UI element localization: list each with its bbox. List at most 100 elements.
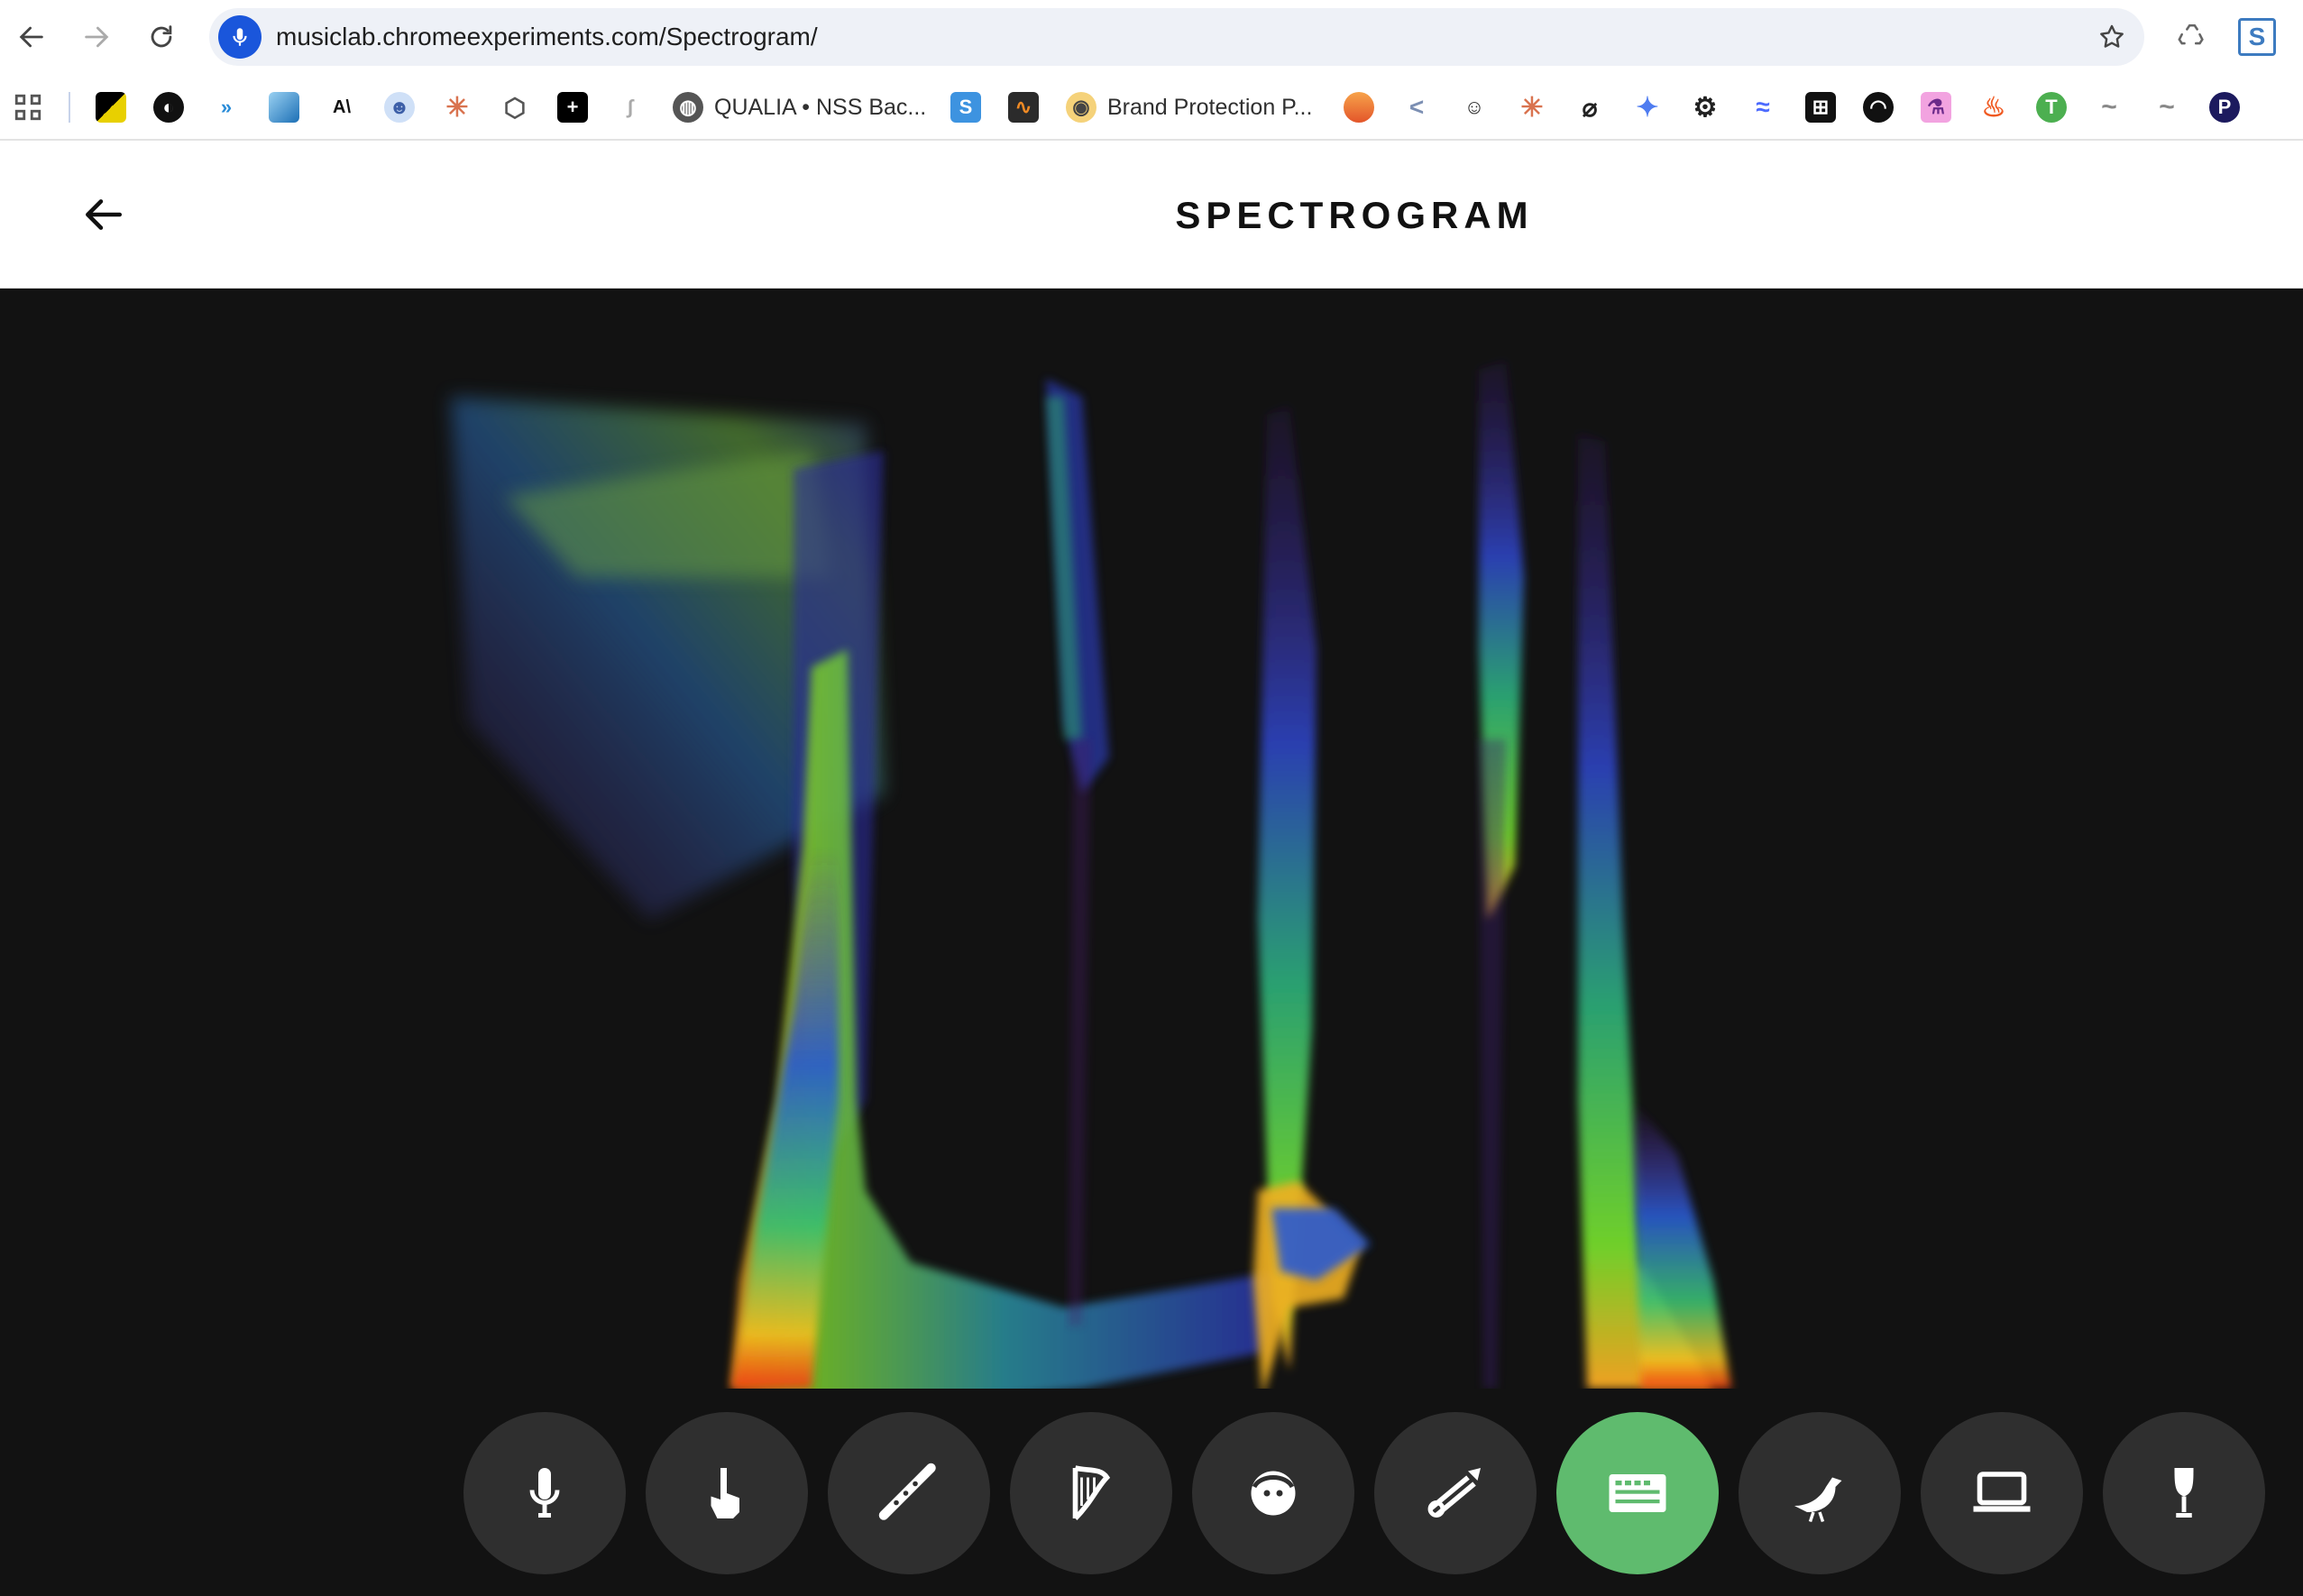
bookmark-item[interactable]: ☺ [1459, 90, 1490, 124]
browser-toolbar: musiclab.chromeexperiments.com/Spectrogr… [0, 0, 2303, 74]
wine-glass-icon [2174, 1468, 2194, 1518]
extension-button[interactable] [2171, 16, 2213, 58]
instrument-harp-button[interactable] [1010, 1412, 1172, 1574]
bird-icon [1794, 1477, 1842, 1523]
plus-box-icon: + [557, 92, 588, 123]
chevron-blue-icon: » [211, 92, 242, 123]
hexagon-icon: ⬡ [500, 92, 530, 123]
bookmark-item[interactable]: ≈ [1748, 90, 1778, 124]
bookmark-item[interactable]: » [211, 90, 242, 124]
app-header: SPECTROGRAM [0, 142, 2303, 289]
bookmark-item[interactable]: ⌀ [1574, 90, 1605, 124]
grid-logo-icon: ⊞ [1805, 92, 1836, 123]
bookmark-item[interactable]: ✦ [1632, 90, 1663, 124]
browser-reload-button[interactable] [139, 14, 184, 60]
bookmark-qualia[interactable]: ◍ QUALIA • NSS Bac... [673, 90, 926, 124]
voice-search-button[interactable] [218, 15, 261, 59]
bookmark-item[interactable]: ⬡ [500, 90, 530, 124]
s-extension-glyph: S [2248, 23, 2266, 50]
bookmark-item[interactable]: ☻ [384, 90, 415, 124]
microphone-icon [233, 28, 247, 46]
claude-burst-icon: ✳ [442, 92, 473, 123]
s-extension-button[interactable]: S [2238, 18, 2276, 56]
address-bar[interactable]: musiclab.chromeexperiments.com/Spectrogr… [209, 8, 2144, 66]
instrument-microphone-button[interactable] [463, 1412, 626, 1574]
bookmark-item[interactable]: ~ [2152, 90, 2182, 124]
face-icon [1251, 1471, 1296, 1516]
bookmark-item[interactable]: ♨ [1978, 90, 2009, 124]
trombone-icon [1427, 1468, 1481, 1518]
forward-icon [85, 26, 109, 48]
laptop-icon [1973, 1472, 2031, 1512]
bookmark-item[interactable] [269, 90, 299, 124]
instrument-touch-button[interactable] [646, 1412, 808, 1574]
wave-box-icon: ∿ [1008, 92, 1039, 123]
reload-icon [151, 25, 172, 48]
url-text[interactable]: musiclab.chromeexperiments.com/Spectrogr… [276, 8, 818, 66]
instrument-voice-button[interactable] [1192, 1412, 1354, 1574]
pointing-hand-icon [711, 1468, 739, 1518]
openai-icon: ⚙ [1690, 92, 1720, 123]
robot-icon: ☻ [384, 92, 415, 123]
bookmark-item[interactable] [1344, 90, 1374, 124]
cube-icon [269, 92, 299, 123]
bookmark-item[interactable]: ∿ [1008, 90, 1039, 124]
share-arrows-icon: < [1401, 92, 1432, 123]
bookmark-brand-protection[interactable]: ◉ Brand Protection P... [1066, 90, 1312, 124]
bookmark-item[interactable] [96, 90, 126, 124]
tilde-icon: ~ [2152, 92, 2182, 123]
bookmarks-separator [69, 92, 70, 123]
instrument-bird-button[interactable] [1739, 1412, 1901, 1574]
bookmark-item[interactable]: < [1401, 90, 1432, 124]
bookmark-label: QUALIA • NSS Bac... [714, 94, 927, 120]
instrument-computer-button[interactable] [1921, 1412, 2083, 1574]
bookmark-item[interactable]: A\ [326, 90, 357, 124]
bookmark-item[interactable]: + [557, 90, 588, 124]
bookmark-label: Brand Protection P... [1107, 94, 1313, 120]
apps-grid-icon [14, 94, 41, 121]
bookmark-item[interactable]: ✳ [442, 90, 473, 124]
gemini-star-icon: ✦ [1632, 92, 1663, 123]
back-icon [19, 26, 43, 48]
bookmarks-bar: ◐ » A\ ☻ ✳ ⬡ + ∫ ◍ QUALIA • NSS Bac... S… [0, 74, 2303, 141]
s-square-icon: S [950, 92, 981, 123]
bookmark-item[interactable]: ◐ [153, 90, 184, 124]
bookmark-item[interactable]: S [950, 90, 981, 124]
page-title: SPECTROGRAM [1175, 194, 1534, 236]
microphone-icon [529, 1468, 560, 1518]
checker-icon [96, 92, 126, 123]
deepseek-whale-icon: ≈ [1748, 92, 1778, 123]
bookmark-item[interactable]: ~ [2094, 90, 2124, 124]
sunset-icon [1344, 92, 1374, 123]
copilot-icon: ☺ [1459, 92, 1490, 123]
bird-logo-icon: ◐ [153, 92, 184, 123]
flask-icon: ⚗ [1921, 92, 1951, 123]
bookmark-item[interactable]: ∫ [615, 90, 646, 124]
bookmark-item[interactable]: T [2036, 90, 2067, 124]
claude-burst-icon: ✳ [1517, 92, 1547, 123]
p-circle-icon: P [2209, 92, 2240, 123]
bookmark-item[interactable]: ◠ [1863, 90, 1894, 124]
bookmark-item[interactable]: P [2209, 90, 2240, 124]
browser-forward-button[interactable] [74, 14, 119, 60]
synth-keyboard-icon [1609, 1474, 1666, 1512]
bookmark-star-button[interactable] [2094, 19, 2130, 55]
instrument-wine-glass-button[interactable] [2103, 1412, 2265, 1574]
browser-back-button[interactable] [9, 14, 54, 60]
bookmark-item[interactable]: ⊞ [1805, 90, 1836, 124]
instrument-synth-button[interactable] [1556, 1412, 1719, 1574]
bookmark-item[interactable]: ⚙ [1690, 90, 1720, 124]
flame-icon: ♨ [1978, 92, 2009, 123]
harp-icon [1072, 1465, 1111, 1520]
bookmark-item[interactable]: ⚗ [1921, 90, 1951, 124]
eye-logo-icon: ◉ [1066, 92, 1096, 123]
bookmark-item[interactable]: ✳ [1517, 90, 1547, 124]
recycle-icon [2178, 23, 2204, 45]
green-circle-icon: T [2036, 92, 2067, 123]
flute-icon [878, 1463, 936, 1520]
instrument-trombone-button[interactable] [1374, 1412, 1537, 1574]
bookmark-apps[interactable] [13, 90, 43, 124]
slash-circle-icon: ⌀ [1574, 92, 1605, 123]
instrument-flute-button[interactable] [828, 1412, 990, 1574]
tilde-icon: ~ [2094, 92, 2124, 123]
